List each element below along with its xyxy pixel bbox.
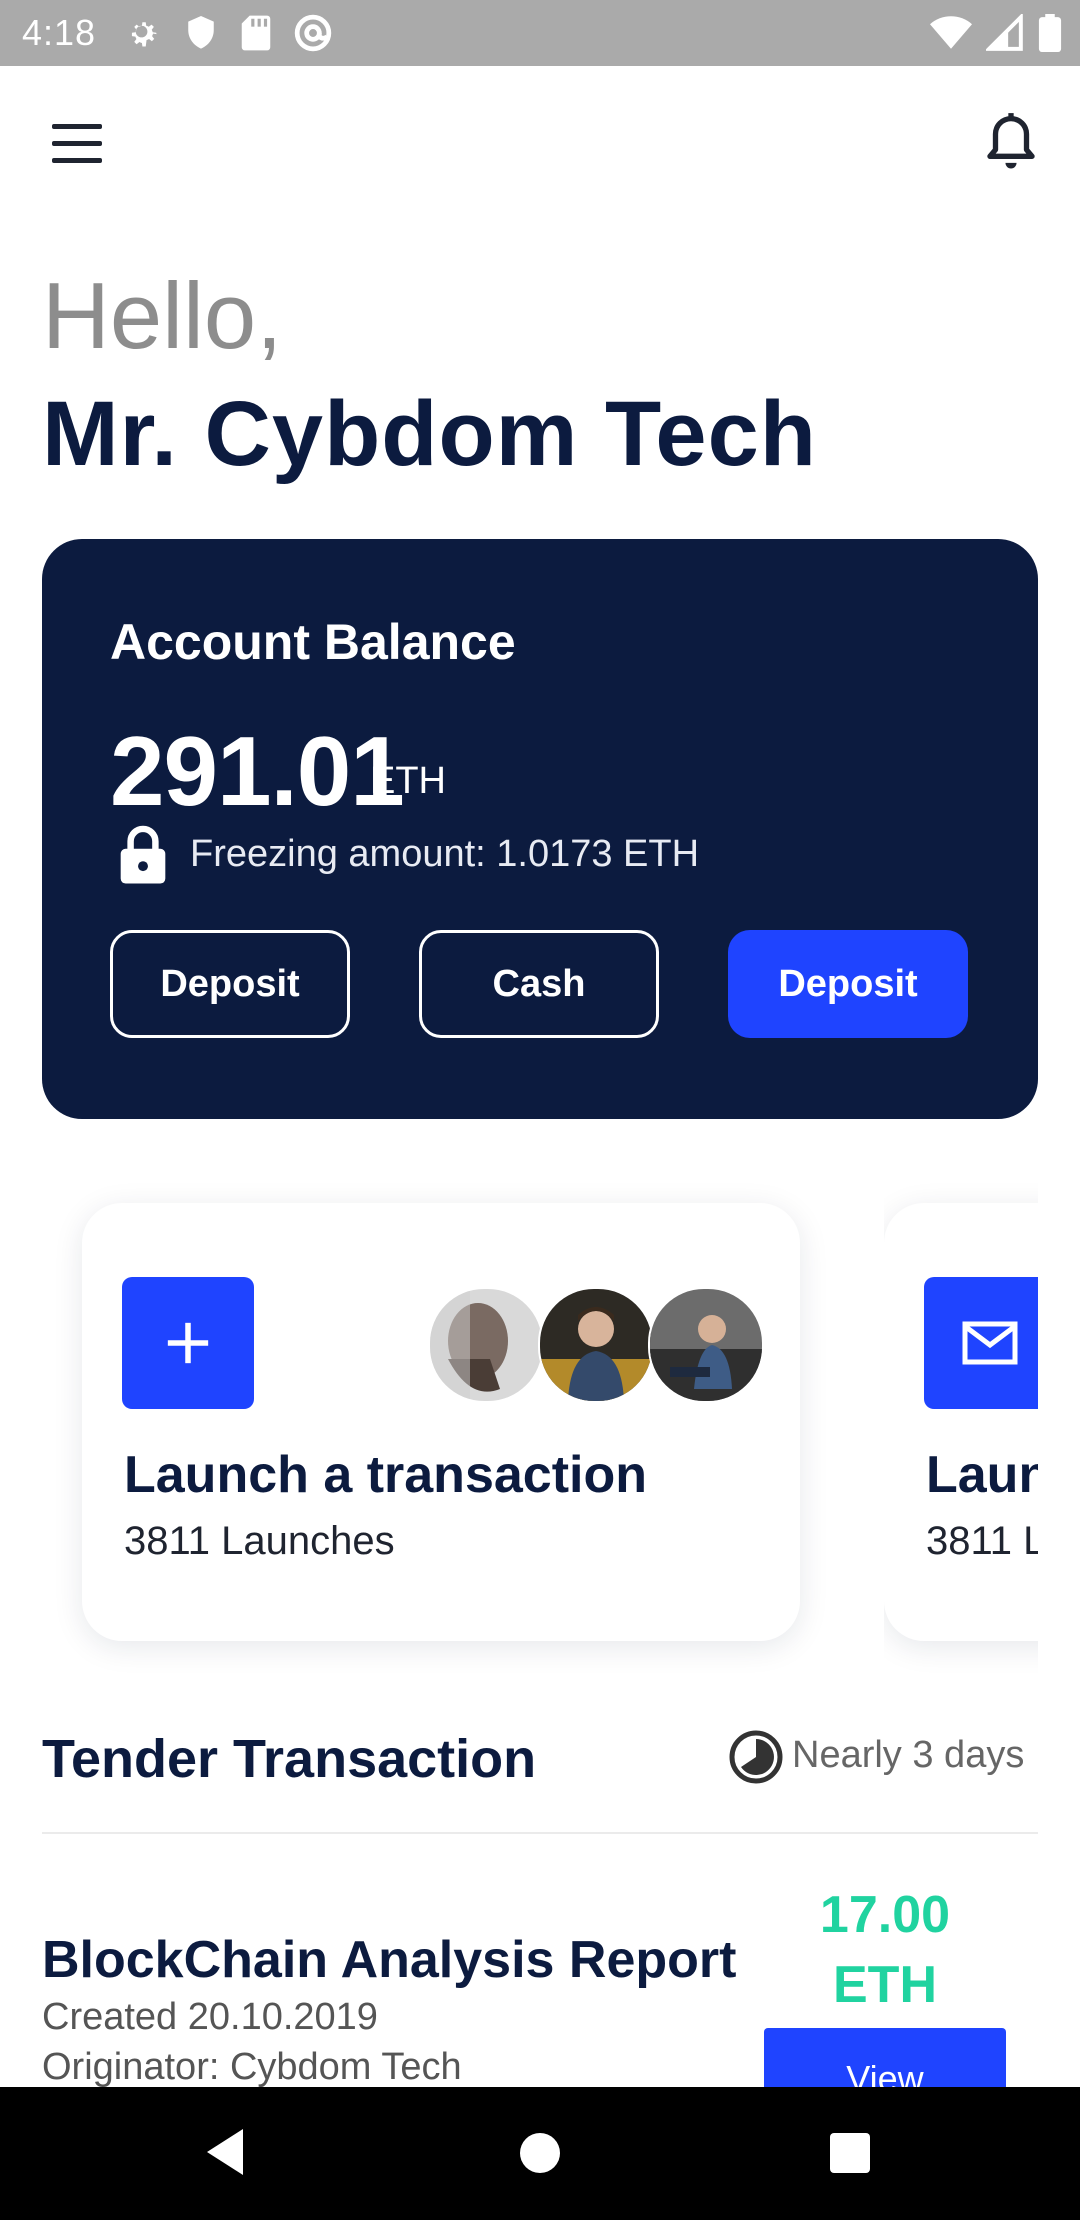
deposit-primary-button[interactable]: Deposit: [728, 930, 968, 1038]
avatar: [428, 1287, 544, 1403]
status-time: 4:18: [22, 12, 97, 53]
tender-time-left: Nearly 3 days: [792, 1734, 1025, 1776]
mail-icon: [962, 1321, 1018, 1365]
account-balance-card: Account Balance 291.01 ETH Freezing amou…: [42, 539, 1038, 1119]
freezing-amount: Freezing amount: 1.0173 ETH: [190, 833, 700, 875]
price-unit: ETH: [833, 1956, 937, 2014]
home-icon[interactable]: [520, 2133, 560, 2173]
signal-icon: [986, 14, 1024, 52]
status-bar: 4:18: [0, 0, 1080, 66]
tender-item-originator: Originator: Cybdom Tech: [42, 2046, 462, 2088]
balance-title: Account Balance: [110, 614, 516, 670]
launch-card-count: 3811 Launches: [124, 1519, 395, 1563]
launch-card-peek-clip: Launch a transaction 3811 Launches: [884, 1170, 1038, 1680]
balance-unit: ETH: [370, 760, 446, 802]
balance-amount: 291.01: [110, 716, 405, 826]
hamburger-line: [52, 158, 102, 163]
tender-item-title: BlockChain Analysis Report: [42, 1931, 737, 1989]
mail-button[interactable]: [924, 1277, 1038, 1409]
price-value: 17.00: [819, 1886, 951, 1944]
hamburger-line: [52, 124, 102, 129]
launch-transaction-card[interactable]: Launch a transaction 3811 Launches: [82, 1203, 800, 1641]
menu-button[interactable]: [46, 118, 108, 170]
tender-section-title: Tender Transaction: [42, 1729, 537, 1789]
wifi-icon: [930, 14, 972, 52]
tender-item-price: 17.00 ETH: [780, 1880, 990, 2020]
cash-button[interactable]: Cash: [419, 930, 659, 1038]
launch-transaction-card-2[interactable]: Launch a transaction 3811 Launches: [884, 1203, 1038, 1641]
back-icon[interactable]: [203, 2127, 247, 2182]
launch-card-title: Launch a transaction: [926, 1446, 1038, 1504]
at-sign-icon: [294, 14, 332, 52]
shield-icon: [184, 14, 218, 52]
add-transaction-button[interactable]: [122, 1277, 254, 1409]
battery-icon: [1038, 14, 1062, 52]
participant-avatars: [428, 1287, 764, 1403]
launch-card-count: 3811 Launches: [926, 1519, 1038, 1563]
avatar: [648, 1287, 764, 1403]
recents-icon[interactable]: [830, 2133, 870, 2173]
plus-icon: [167, 1322, 209, 1364]
notification-bell-icon[interactable]: [984, 112, 1044, 180]
divider: [42, 1832, 1038, 1834]
system-nav-bar: [0, 2087, 1080, 2220]
sd-card-icon: [240, 14, 272, 52]
clock-icon: [728, 1729, 784, 1785]
hamburger-line: [52, 141, 102, 146]
deposit-button[interactable]: Deposit: [110, 930, 350, 1038]
launch-card-title: Launch a transaction: [124, 1446, 647, 1504]
avatar: [538, 1287, 654, 1403]
user-name: Mr. Cybdom Tech: [42, 383, 817, 485]
greeting-hello: Hello,: [42, 263, 283, 368]
lock-icon: [118, 824, 168, 886]
settings-icon: [124, 14, 162, 52]
tender-item-created: Created 20.10.2019: [42, 1996, 378, 2038]
